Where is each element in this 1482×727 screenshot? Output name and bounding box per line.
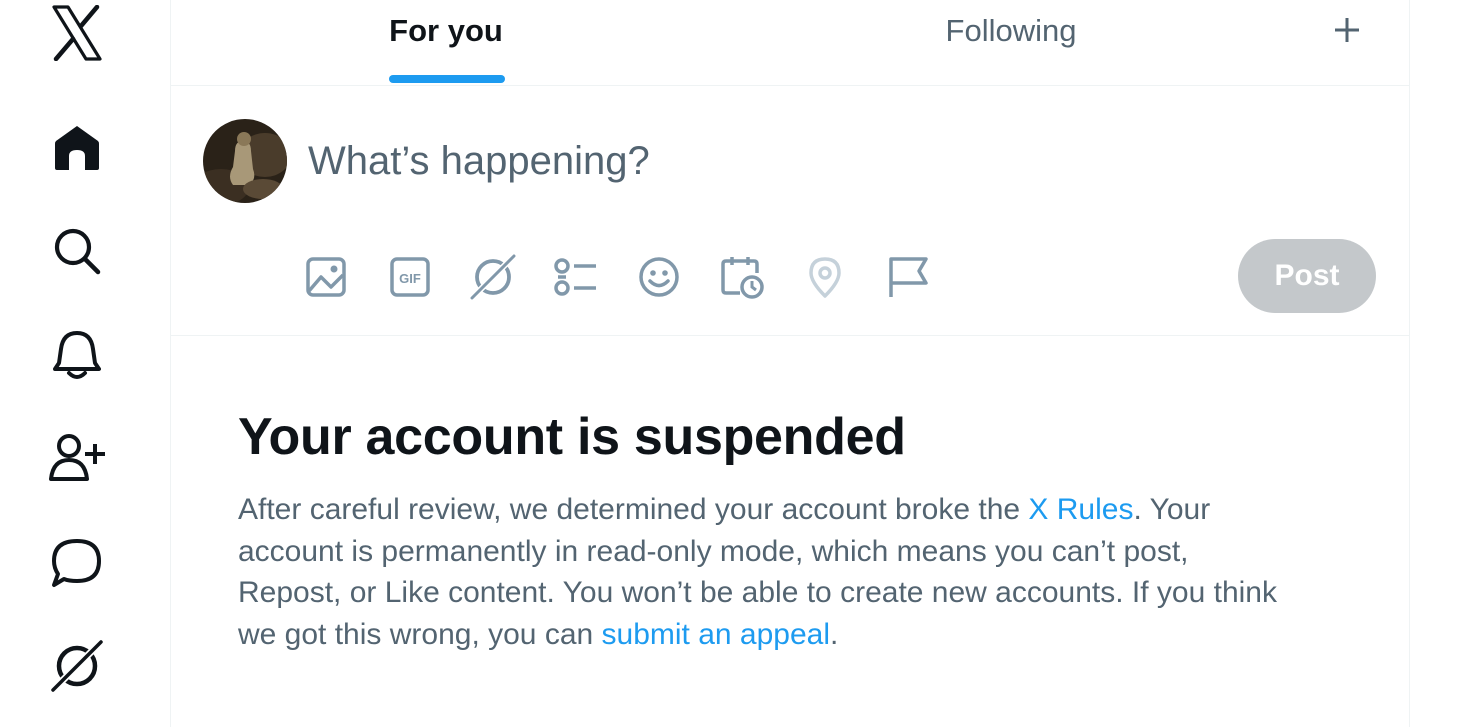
x-logo-icon[interactable] <box>44 0 110 66</box>
timeline-tabs: For you Following <box>171 0 1410 86</box>
plus-icon <box>1335 18 1359 42</box>
tab-following[interactable]: Following <box>911 0 1111 86</box>
svg-text:GIF: GIF <box>399 271 421 286</box>
poll-icon[interactable] <box>552 253 600 301</box>
suspension-notice: Your account is suspended After careful … <box>238 405 1298 655</box>
notice-body-text-3: . <box>830 617 839 651</box>
avatar[interactable] <box>203 119 287 203</box>
schedule-icon[interactable] <box>718 253 766 301</box>
grok-icon[interactable] <box>469 253 517 301</box>
gif-icon[interactable]: GIF <box>386 253 434 301</box>
post-composer: GIF <box>171 87 1410 336</box>
tab-for-you-label: For you <box>389 13 503 48</box>
home-icon[interactable] <box>44 115 110 181</box>
grok-icon[interactable] <box>44 633 110 699</box>
location-icon <box>801 253 849 301</box>
tab-for-you[interactable]: For you <box>361 0 531 86</box>
emoji-icon[interactable] <box>635 253 683 301</box>
notice-body: After careful review, we determined your… <box>238 489 1298 655</box>
compose-input[interactable] <box>308 135 1208 187</box>
media-icon[interactable] <box>302 253 350 301</box>
messages-icon[interactable] <box>44 530 110 596</box>
submit-appeal-link[interactable]: submit an appeal <box>602 618 831 651</box>
notifications-icon[interactable] <box>44 322 110 388</box>
add-tab-button[interactable] <box>1321 10 1373 50</box>
post-button[interactable]: Post <box>1238 239 1376 313</box>
x-rules-link[interactable]: X Rules <box>1028 493 1133 526</box>
tab-following-label: Following <box>945 13 1077 48</box>
main-column: For you Following What’s happening? GIF … <box>170 0 1410 727</box>
search-icon[interactable] <box>44 218 110 284</box>
sidebar-nav <box>0 0 170 727</box>
flag-icon[interactable] <box>884 253 932 301</box>
active-tab-indicator <box>389 75 505 83</box>
follow-icon[interactable] <box>44 425 110 491</box>
notice-body-text-1: After careful review, we determined your… <box>238 493 1029 526</box>
notice-title: Your account is suspended <box>238 408 906 466</box>
